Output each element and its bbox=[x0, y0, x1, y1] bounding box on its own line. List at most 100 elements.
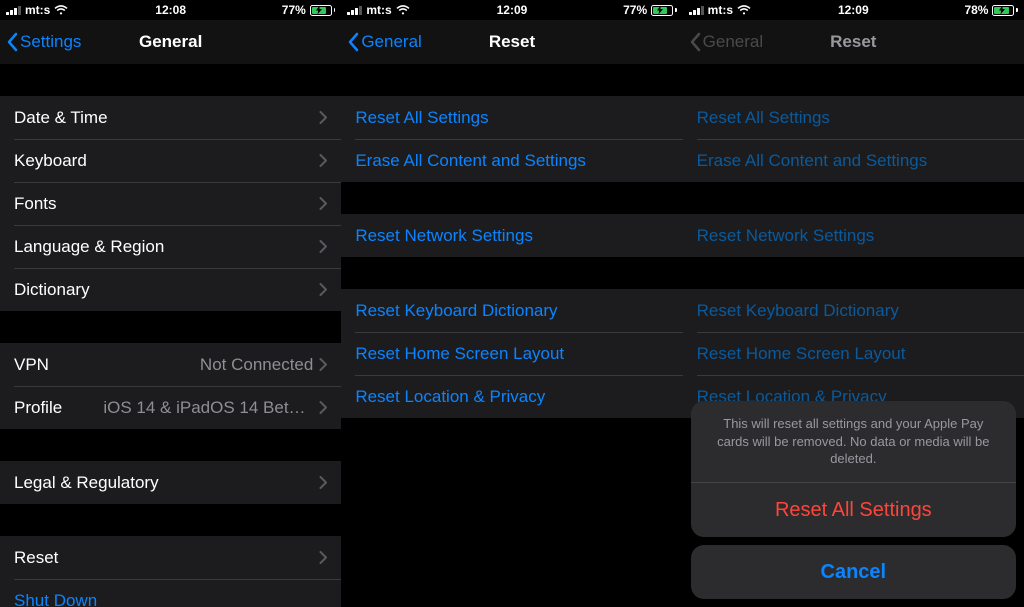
row-label: Profile bbox=[14, 398, 103, 418]
cancel-button[interactable]: Cancel bbox=[691, 545, 1016, 599]
chevron-right-icon bbox=[319, 197, 327, 210]
nav-title: General bbox=[139, 32, 202, 52]
row-reset[interactable]: Reset bbox=[0, 536, 341, 579]
row-label: VPN bbox=[14, 355, 200, 375]
row-erase-all-content-and-settings[interactable]: Erase All Content and Settings bbox=[341, 139, 682, 182]
chevron-left-icon bbox=[689, 32, 701, 52]
back-label: General bbox=[703, 32, 763, 52]
chevron-right-icon bbox=[319, 401, 327, 414]
row-label: Reset Network Settings bbox=[697, 226, 1010, 246]
chevron-right-icon bbox=[319, 476, 327, 489]
row-label: Keyboard bbox=[14, 151, 319, 171]
row-label: Reset All Settings bbox=[355, 108, 668, 128]
row-fonts[interactable]: Fonts bbox=[0, 182, 341, 225]
row-value: iOS 14 & iPadOS 14 Beta Softwar... bbox=[103, 398, 313, 418]
row-label: Fonts bbox=[14, 194, 319, 214]
signal-icon bbox=[6, 5, 21, 15]
reset-all-settings-confirm-button[interactable]: Reset All Settings bbox=[691, 483, 1016, 537]
nav-bar: General Reset bbox=[341, 20, 682, 64]
battery-pct: 77% bbox=[282, 3, 306, 17]
settings-group: Reset All Settings Erase All Content and … bbox=[341, 96, 682, 182]
settings-group: Reset Network Settings bbox=[341, 214, 682, 257]
back-button[interactable]: Settings bbox=[6, 32, 81, 52]
row-reset-all-settings[interactable]: Reset All Settings bbox=[341, 96, 682, 139]
settings-group: VPNNot ConnectedProfileiOS 14 & iPadOS 1… bbox=[0, 343, 341, 429]
chevron-right-icon bbox=[319, 111, 327, 124]
row-reset-keyboard-dictionary[interactable]: Reset Keyboard Dictionary bbox=[341, 289, 682, 332]
signal-icon bbox=[347, 5, 362, 15]
row-value: Not Connected bbox=[200, 355, 313, 375]
row-reset-home-screen-layout[interactable]: Reset Home Screen Layout bbox=[683, 332, 1024, 375]
row-label: Language & Region bbox=[14, 237, 319, 257]
status-bar: mt:s 12:09 78% bbox=[683, 0, 1024, 20]
row-label: Reset Home Screen Layout bbox=[355, 344, 668, 364]
wifi-icon bbox=[737, 5, 751, 15]
carrier-label: mt:s bbox=[25, 3, 50, 17]
row-shut-down[interactable]: Shut Down bbox=[0, 579, 341, 607]
nav-bar: Settings General bbox=[0, 20, 341, 64]
row-reset-all-settings[interactable]: Reset All Settings bbox=[683, 96, 1024, 139]
row-vpn[interactable]: VPNNot Connected bbox=[0, 343, 341, 386]
status-bar: mt:s 12:08 77% bbox=[0, 0, 341, 20]
row-legal-regulatory[interactable]: Legal & Regulatory bbox=[0, 461, 341, 504]
content: Date & Time Keyboard Fonts Language & Regio… bbox=[0, 64, 341, 607]
battery-icon bbox=[310, 5, 336, 16]
action-sheet: This will reset all settings and your Ap… bbox=[691, 401, 1016, 599]
row-label: Reset All Settings bbox=[697, 108, 1010, 128]
row-label: Date & Time bbox=[14, 108, 319, 128]
row-profile[interactable]: ProfileiOS 14 & iPadOS 14 Beta Softwar..… bbox=[0, 386, 341, 429]
nav-title: Reset bbox=[489, 32, 535, 52]
settings-group: Legal & Regulatory bbox=[0, 461, 341, 504]
screen-reset: mt:s 12:09 77% General Reset Reset All S… bbox=[341, 0, 682, 607]
settings-group: Reset Shut Down bbox=[0, 536, 341, 607]
row-label: Reset Keyboard Dictionary bbox=[697, 301, 1010, 321]
row-reset-network-settings[interactable]: Reset Network Settings bbox=[683, 214, 1024, 257]
chevron-right-icon bbox=[319, 154, 327, 167]
wifi-icon bbox=[54, 5, 68, 15]
action-sheet-card: This will reset all settings and your Ap… bbox=[691, 401, 1016, 537]
screen-reset-confirm: mt:s 12:09 78% General Reset Reset All S… bbox=[683, 0, 1024, 607]
settings-group: Reset Keyboard Dictionary Reset Home Scre… bbox=[341, 289, 682, 418]
row-reset-location-privacy[interactable]: Reset Location & Privacy bbox=[341, 375, 682, 418]
back-label: General bbox=[361, 32, 421, 52]
row-label: Erase All Content and Settings bbox=[697, 151, 1010, 171]
row-date-time[interactable]: Date & Time bbox=[0, 96, 341, 139]
row-reset-keyboard-dictionary[interactable]: Reset Keyboard Dictionary bbox=[683, 289, 1024, 332]
nav-title: Reset bbox=[830, 32, 876, 52]
chevron-right-icon bbox=[319, 358, 327, 371]
screen-general: mt:s 12:08 77% Settings General Date & T… bbox=[0, 0, 341, 607]
row-keyboard[interactable]: Keyboard bbox=[0, 139, 341, 182]
row-label: Reset bbox=[14, 548, 319, 568]
back-button[interactable]: General bbox=[347, 32, 421, 52]
row-label: Reset Location & Privacy bbox=[355, 387, 668, 407]
row-language-region[interactable]: Language & Region bbox=[0, 225, 341, 268]
row-label: Erase All Content and Settings bbox=[355, 151, 668, 171]
settings-group: Date & Time Keyboard Fonts Language & Regio… bbox=[0, 96, 341, 311]
row-label: Dictionary bbox=[14, 280, 319, 300]
row-reset-network-settings[interactable]: Reset Network Settings bbox=[341, 214, 682, 257]
carrier-label: mt:s bbox=[366, 3, 391, 17]
row-erase-all-content-and-settings[interactable]: Erase All Content and Settings bbox=[683, 139, 1024, 182]
row-reset-home-screen-layout[interactable]: Reset Home Screen Layout bbox=[341, 332, 682, 375]
row-label: Shut Down bbox=[14, 591, 327, 607]
settings-group: Reset Network Settings bbox=[683, 214, 1024, 257]
chevron-right-icon bbox=[319, 551, 327, 564]
action-sheet-message: This will reset all settings and your Ap… bbox=[691, 401, 1016, 483]
clock: 12:09 bbox=[838, 3, 869, 17]
back-label: Settings bbox=[20, 32, 81, 52]
chevron-left-icon bbox=[6, 32, 18, 52]
chevron-right-icon bbox=[319, 240, 327, 253]
clock: 12:08 bbox=[155, 3, 186, 17]
chevron-right-icon bbox=[319, 283, 327, 296]
status-bar: mt:s 12:09 77% bbox=[341, 0, 682, 20]
settings-group: Reset Keyboard Dictionary Reset Home Scre… bbox=[683, 289, 1024, 418]
battery-pct: 77% bbox=[623, 3, 647, 17]
carrier-label: mt:s bbox=[708, 3, 733, 17]
nav-bar: General Reset bbox=[683, 20, 1024, 64]
wifi-icon bbox=[396, 5, 410, 15]
row-dictionary[interactable]: Dictionary bbox=[0, 268, 341, 311]
battery-icon bbox=[651, 5, 677, 16]
clock: 12:09 bbox=[497, 3, 528, 17]
row-label: Reset Network Settings bbox=[355, 226, 668, 246]
row-label: Reset Keyboard Dictionary bbox=[355, 301, 668, 321]
